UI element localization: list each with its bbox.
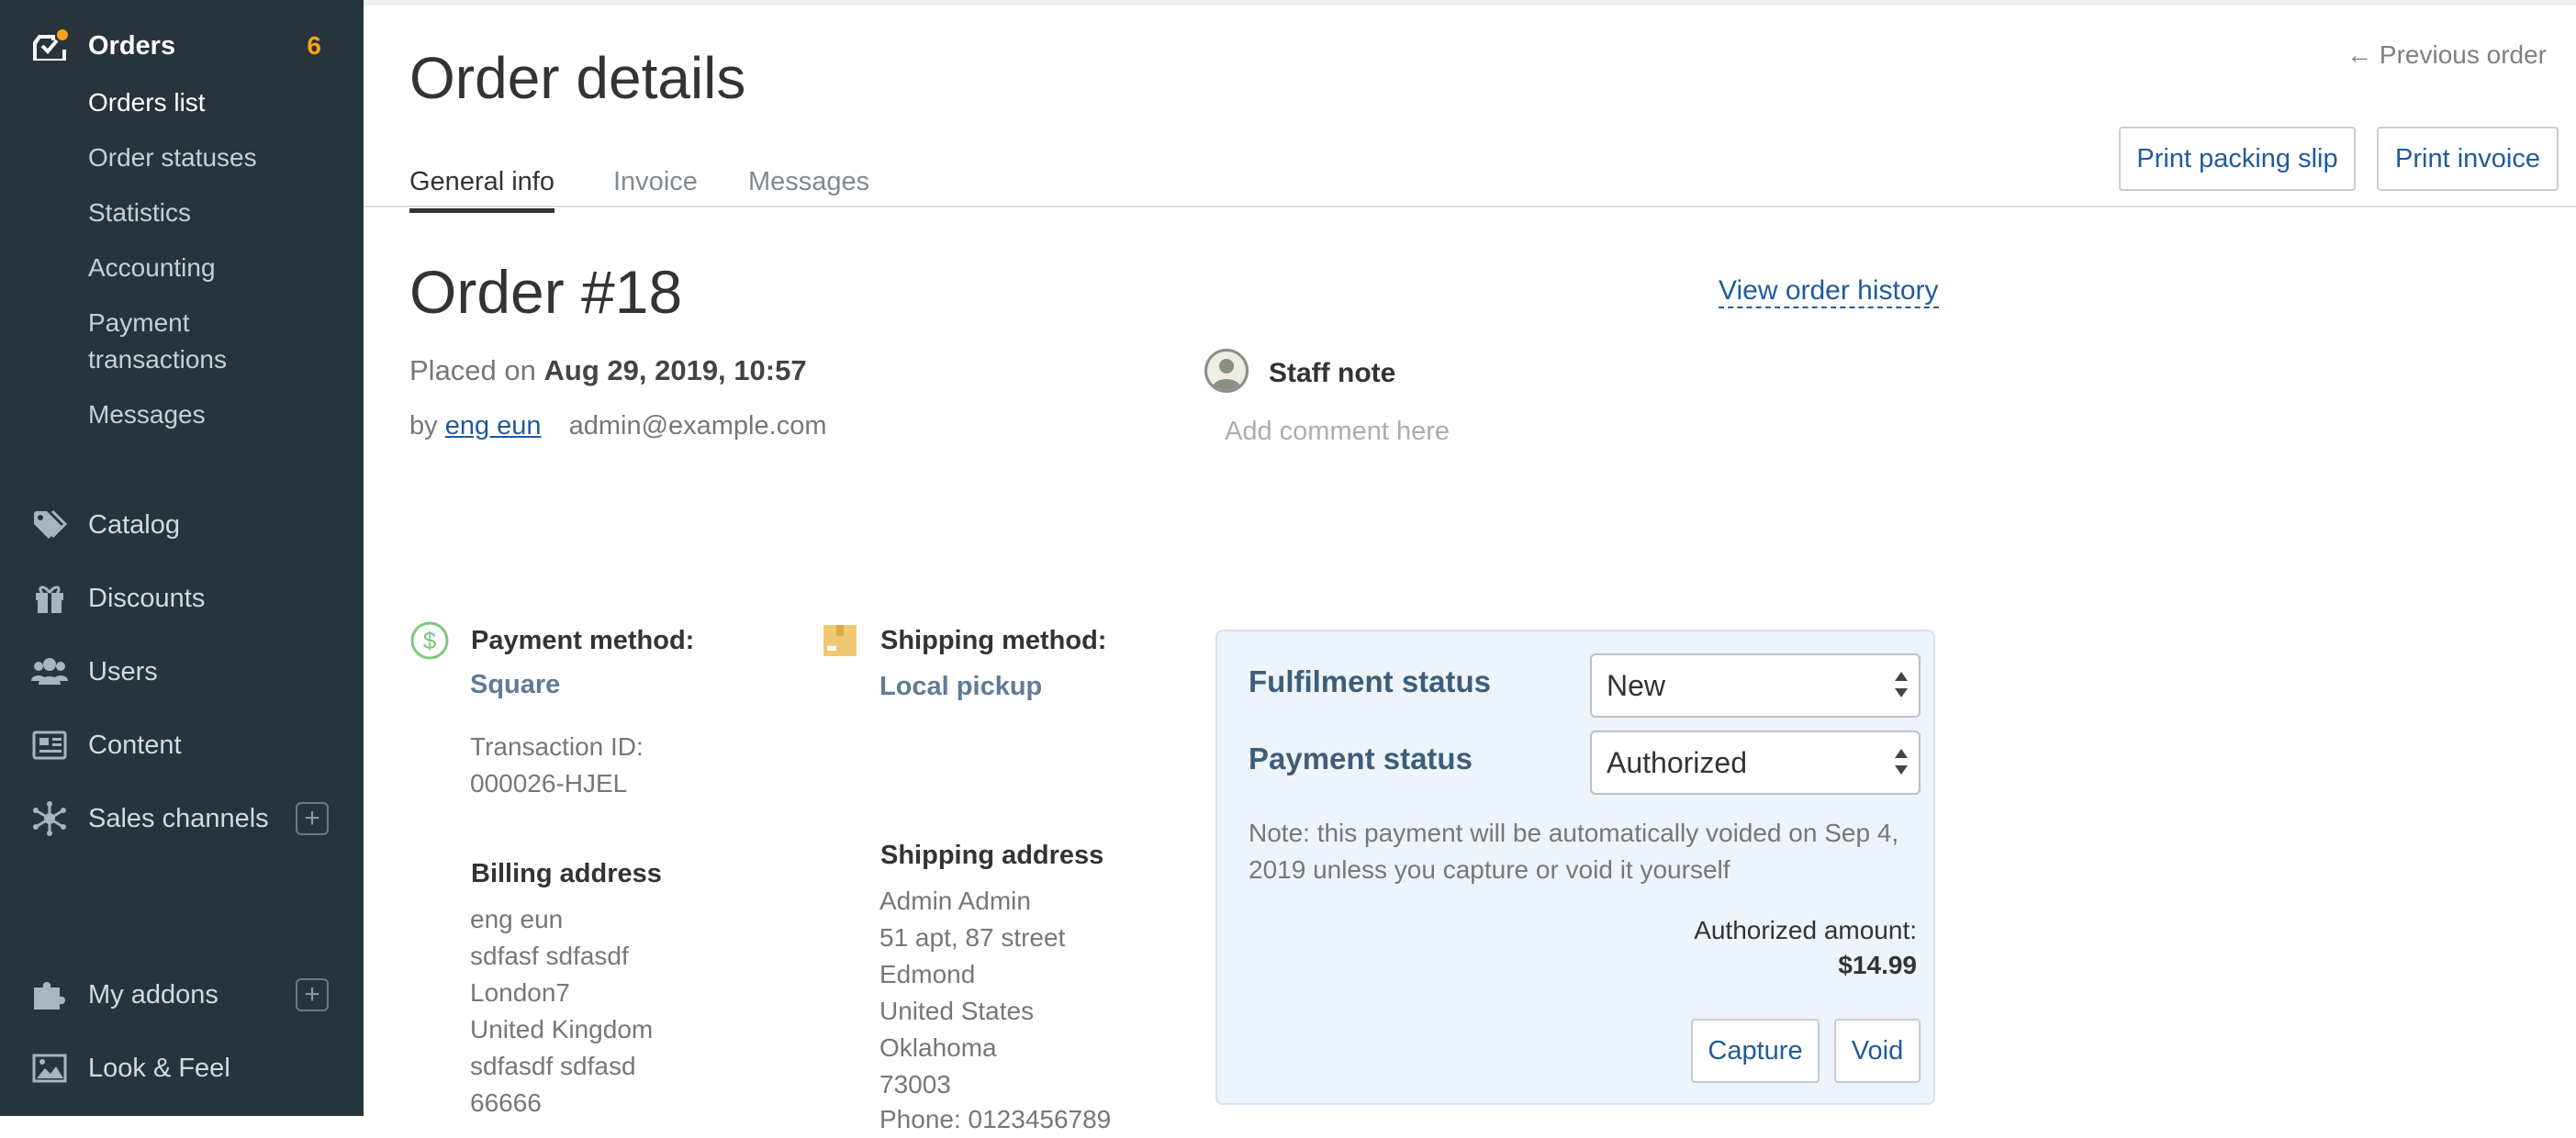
- by-prefix: by: [409, 411, 438, 441]
- staff-avatar: [1204, 349, 1249, 393]
- shipping-method-label: Shipping method:: [880, 626, 1107, 655]
- sidebar-subitem-messages[interactable]: Messages: [88, 396, 206, 433]
- previous-order-link[interactable]: ← Previous order: [2346, 40, 2547, 70]
- tab-invoice[interactable]: Invoice: [613, 167, 698, 208]
- billing-address-line: sdfasf sdfasdf: [470, 942, 629, 970]
- sidebar-item-label: Orders: [88, 30, 176, 61]
- capture-button[interactable]: Capture: [1691, 1019, 1820, 1083]
- sidebar-subitem-accounting[interactable]: Accounting: [88, 250, 216, 286]
- page-title: Order details: [409, 45, 746, 111]
- shipping-address-line: Edmond: [879, 960, 976, 988]
- payment-status-label: Payment status: [1249, 742, 1473, 775]
- sidebar-item-label: My addons: [88, 979, 218, 1010]
- image-icon: [31, 1052, 68, 1085]
- payment-status-value: Authorized: [1607, 745, 1747, 779]
- network-icon: [31, 801, 68, 836]
- payment-method-label: Payment method:: [471, 626, 695, 655]
- sidebar-item-label: Users: [88, 656, 158, 686]
- tabs-divider: [364, 206, 2576, 207]
- sidebar-subitem-payment-transactions[interactable]: Payment transactions: [88, 305, 272, 378]
- tag-icon: [31, 508, 68, 541]
- content-icon: [31, 729, 68, 762]
- sidebar: Orders 6 Orders list Order statuses Stat…: [0, 0, 364, 1116]
- shipping-address-line: 51 apt, 87 street: [879, 923, 1066, 952]
- add-addon-button[interactable]: +: [296, 978, 329, 1011]
- sidebar-subitem-orders-list[interactable]: Orders list: [88, 84, 206, 121]
- sidebar-item-discounts[interactable]: Discounts: [0, 571, 364, 626]
- billing-address-line: 66666: [470, 1088, 542, 1117]
- shipping-method-link[interactable]: Local pickup: [879, 672, 1042, 702]
- tab-messages[interactable]: Messages: [748, 167, 869, 208]
- billing-address-line: London7: [470, 978, 571, 1007]
- authorized-amount: $14.99: [1838, 951, 1917, 979]
- select-arrows-icon: [1895, 745, 1908, 782]
- select-arrows-icon: [1895, 668, 1908, 705]
- sidebar-subitem-statistics[interactable]: Statistics: [88, 195, 191, 231]
- orders-count-badge: 6: [307, 31, 321, 60]
- svg-text:$: $: [423, 627, 437, 654]
- puzzle-icon: [31, 978, 68, 1011]
- sidebar-item-sales-channels[interactable]: Sales channels +: [0, 791, 364, 846]
- order-placed-date: Placed on Aug 29, 2019, 10:57: [409, 354, 807, 387]
- main-content: Order details ← Previous order Print pac…: [364, 0, 2576, 1133]
- authorized-amount-label: Authorized amount:: [1694, 916, 1917, 944]
- orders-icon: [31, 29, 68, 62]
- sidebar-item-my-addons[interactable]: My addons +: [0, 967, 364, 1022]
- fulfilment-status-value: New: [1607, 668, 1666, 702]
- order-customer: by eng eun admin@example.com: [409, 411, 826, 441]
- shipping-address-line: 73003: [879, 1070, 951, 1099]
- add-sales-channel-button[interactable]: +: [296, 802, 329, 835]
- customer-email: admin@example.com: [568, 411, 827, 441]
- placed-date: Aug 29, 2019, 10:57: [543, 354, 807, 386]
- transaction-id: 000026-HJEL: [470, 769, 628, 798]
- billing-address-line: sdfasdf sdfasd: [470, 1052, 636, 1080]
- billing-address-label: Billing address: [471, 859, 662, 888]
- order-title: Order #18: [409, 258, 683, 326]
- sidebar-item-content[interactable]: Content: [0, 718, 364, 773]
- billing-address-line: eng eun: [470, 905, 564, 933]
- top-divider: [364, 0, 2576, 6]
- transaction-label: Transaction ID:: [470, 732, 644, 761]
- fulfilment-status-label: Fulfilment status: [1249, 664, 1492, 698]
- sidebar-item-look-feel[interactable]: Look & Feel: [0, 1041, 364, 1096]
- shipping-address-line: Admin Admin: [879, 887, 1031, 915]
- order-status-panel: Fulfilment status New Payment status Aut…: [1215, 630, 1935, 1105]
- sidebar-item-label: Look & Feel: [88, 1053, 230, 1083]
- user-avatar-icon: [1212, 359, 1241, 390]
- users-icon: [31, 655, 68, 688]
- dollar-icon: $: [409, 620, 450, 665]
- payment-status-select[interactable]: Authorized: [1590, 731, 1921, 795]
- sidebar-item-orders[interactable]: Orders 6: [0, 18, 364, 73]
- sidebar-item-label: Sales channels: [88, 803, 269, 833]
- shipping-address-line: Oklahoma: [879, 1033, 997, 1062]
- sidebar-item-label: Content: [88, 730, 182, 760]
- shipping-address-line: United States: [879, 997, 1035, 1025]
- customer-name-link[interactable]: eng eun: [445, 411, 542, 441]
- void-note: Note: this payment will be automatically…: [1249, 819, 1899, 884]
- box-icon: [823, 624, 857, 662]
- gift-icon: [31, 582, 68, 615]
- staff-note-input[interactable]: Add comment here: [1225, 417, 1450, 447]
- sidebar-item-label: Discounts: [88, 583, 206, 613]
- view-order-history-link[interactable]: View order history: [1719, 275, 1939, 308]
- sidebar-subitem-order-statuses[interactable]: Order statuses: [88, 139, 257, 176]
- sidebar-item-users[interactable]: Users: [0, 644, 364, 699]
- shipping-address-label: Shipping address: [880, 841, 1104, 870]
- print-invoice-button[interactable]: Print invoice: [2377, 127, 2559, 191]
- sidebar-item-label: Catalog: [88, 509, 180, 540]
- payment-method-link[interactable]: Square: [470, 670, 560, 700]
- print-packing-slip-button[interactable]: Print packing slip: [2119, 127, 2356, 191]
- billing-address-line: United Kingdom: [470, 1015, 654, 1043]
- staff-note-label: Staff note: [1269, 358, 1396, 388]
- placed-prefix: Placed on: [409, 354, 536, 386]
- sidebar-item-catalog[interactable]: Catalog: [0, 497, 364, 552]
- fulfilment-status-select[interactable]: New: [1590, 653, 1921, 718]
- void-button[interactable]: Void: [1834, 1019, 1921, 1083]
- shipping-address-line: Phone: 0123456789: [879, 1105, 1112, 1133]
